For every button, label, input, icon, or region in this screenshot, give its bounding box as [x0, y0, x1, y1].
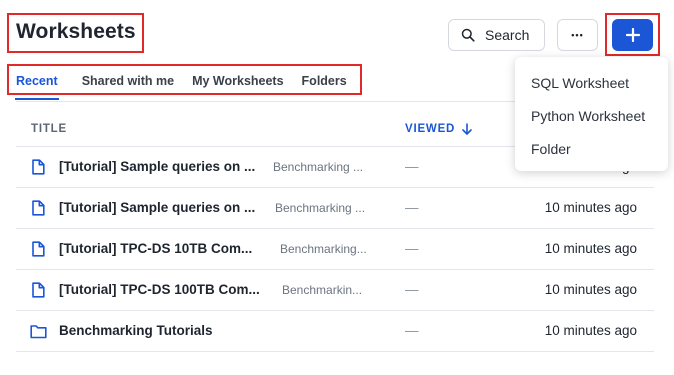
row-title[interactable]: [Tutorial] Sample queries on ...	[59, 200, 255, 215]
more-icon: •••	[571, 30, 584, 40]
search-button[interactable]: Search	[448, 19, 545, 51]
row-time: 10 minutes ago	[544, 323, 637, 338]
tabs-highlight-box	[7, 64, 362, 95]
menu-item-sql-worksheet[interactable]: SQL Worksheet	[515, 66, 668, 99]
row-location: Benchmarkin...	[282, 283, 363, 297]
title-highlight-box	[7, 13, 144, 53]
more-options-button[interactable]: •••	[557, 19, 598, 51]
menu-item-python-worksheet[interactable]: Python Worksheet	[515, 99, 668, 132]
row-viewed: —	[405, 159, 419, 174]
column-header-viewed[interactable]: VIEWED	[405, 123, 473, 135]
row-viewed: —	[405, 323, 419, 338]
row-time: 10 minutes ago	[544, 200, 637, 215]
column-header-title[interactable]: TITLE	[31, 123, 67, 135]
search-button-label: Search	[485, 27, 530, 43]
column-header-viewed-label: VIEWED	[405, 123, 456, 135]
row-title[interactable]: [Tutorial] TPC-DS 10TB Com...	[59, 241, 252, 256]
row-location: Benchmarking...	[280, 242, 367, 256]
row-viewed: —	[405, 282, 419, 297]
file-icon	[32, 241, 45, 257]
row-viewed: —	[405, 241, 419, 256]
file-icon	[32, 159, 45, 175]
file-icon	[32, 282, 45, 298]
table-row[interactable]: [Tutorial] TPC-DS 10TB Com... Benchmarki…	[16, 229, 654, 270]
add-button-highlight-box	[605, 13, 660, 56]
row-title[interactable]: Benchmarking Tutorials	[59, 323, 213, 338]
row-location: Benchmarking ...	[275, 201, 366, 215]
table-row[interactable]: [Tutorial] TPC-DS 100TB Com... Benchmark…	[16, 270, 654, 311]
file-icon	[32, 200, 45, 216]
table-row[interactable]: Benchmarking Tutorials — 10 minutes ago	[16, 311, 654, 352]
row-time: 10 minutes ago	[544, 282, 637, 297]
sort-descending-icon	[462, 123, 472, 135]
row-location: Benchmarking ...	[273, 160, 364, 174]
row-time: 10 minutes ago	[544, 241, 637, 256]
menu-item-folder[interactable]: Folder	[515, 132, 668, 165]
search-icon	[461, 28, 475, 42]
folder-icon	[30, 325, 47, 339]
row-title[interactable]: [Tutorial] Sample queries on ...	[59, 159, 255, 174]
row-viewed: —	[405, 200, 419, 215]
table-row[interactable]: [Tutorial] Sample queries on ... Benchma…	[16, 188, 654, 229]
row-title[interactable]: [Tutorial] TPC-DS 100TB Com...	[59, 282, 260, 297]
add-dropdown-menu: SQL Worksheet Python Worksheet Folder	[515, 57, 668, 171]
